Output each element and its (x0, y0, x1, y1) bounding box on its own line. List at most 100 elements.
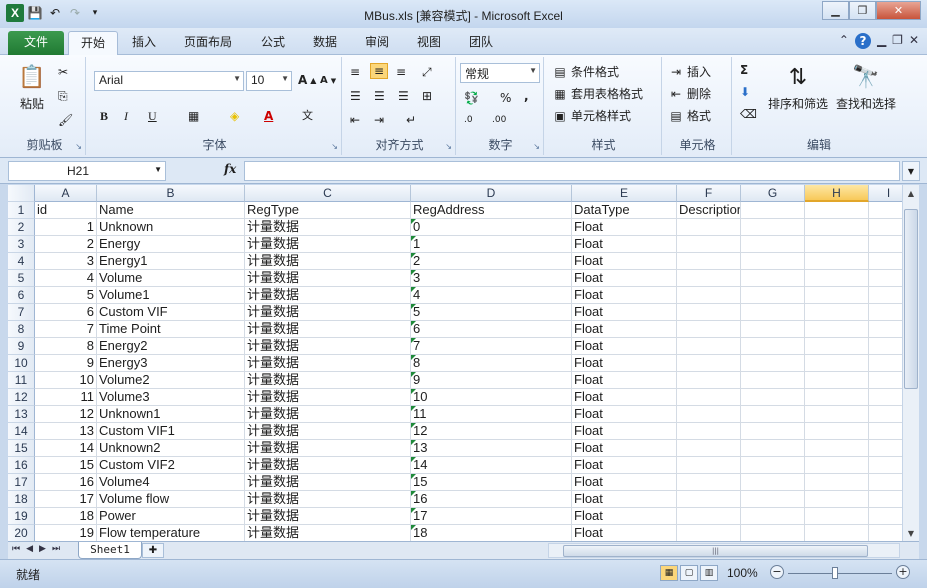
cell-f5[interactable] (677, 270, 741, 287)
percent-button[interactable]: % (500, 91, 511, 105)
cell-h9[interactable] (805, 338, 869, 355)
cell-h8[interactable] (805, 321, 869, 338)
currency-icon[interactable]: 💱 (464, 91, 479, 105)
cell-i5[interactable] (869, 270, 902, 287)
cell-i14[interactable] (869, 423, 902, 440)
cell-f9[interactable] (677, 338, 741, 355)
cell-d20[interactable]: 18 (411, 525, 572, 541)
cell-h19[interactable] (805, 508, 869, 525)
decrease-decimal-icon[interactable]: .00 (492, 115, 506, 125)
cell-b9[interactable]: Energy2 (97, 338, 245, 355)
cell-g18[interactable] (741, 491, 805, 508)
orientation-icon[interactable]: ⤢ (422, 65, 432, 80)
cell-b12[interactable]: Volume3 (97, 389, 245, 406)
cell-e20[interactable]: Float (572, 525, 677, 541)
number-launcher-icon[interactable]: ↘ (533, 142, 540, 151)
cell-f20[interactable] (677, 525, 741, 541)
scroll-down-icon[interactable]: ▼ (904, 526, 918, 540)
cell-a14[interactable]: 13 (35, 423, 97, 440)
cell-h6[interactable] (805, 287, 869, 304)
align-bottom-icon[interactable]: ≡ (396, 65, 406, 79)
copy-icon[interactable]: ⎘ (58, 89, 68, 104)
cell-i2[interactable] (869, 219, 902, 236)
cell-a3[interactable]: 2 (35, 236, 97, 253)
cell-e11[interactable]: Float (572, 372, 677, 389)
cell-i6[interactable] (869, 287, 902, 304)
cell-b16[interactable]: Custom VIF2 (97, 457, 245, 474)
align-top-icon[interactable]: ≡ (350, 65, 360, 79)
cell-h2[interactable] (805, 219, 869, 236)
cell-i8[interactable] (869, 321, 902, 338)
cell-h13[interactable] (805, 406, 869, 423)
cell-e19[interactable]: Float (572, 508, 677, 525)
cell-h7[interactable] (805, 304, 869, 321)
phonetic-icon[interactable]: 文 (302, 107, 313, 123)
paste-button[interactable]: 📋 粘贴 (12, 61, 52, 112)
cell-d17[interactable]: 15 (411, 474, 572, 491)
align-middle-icon[interactable]: ≡ (370, 63, 389, 79)
cell-e15[interactable]: Float (572, 440, 677, 457)
cell-f2[interactable] (677, 219, 741, 236)
cell-g5[interactable] (741, 270, 805, 287)
cell-c7[interactable]: 计量数据 (245, 304, 411, 321)
cell-b19[interactable]: Power (97, 508, 245, 525)
last-sheet-icon[interactable]: ⏭ (52, 544, 60, 554)
restore-button[interactable]: ❐ (849, 1, 876, 20)
cell-h4[interactable] (805, 253, 869, 270)
tab-data[interactable]: 数据 (301, 31, 349, 55)
column-header-c[interactable]: C (245, 185, 411, 202)
zoom-slider[interactable]: − + (770, 565, 910, 581)
wrap-text-icon[interactable]: ↵ (406, 113, 416, 127)
vertical-scroll-thumb[interactable] (904, 209, 918, 389)
cell-c3[interactable]: 计量数据 (245, 236, 411, 253)
cell-a8[interactable]: 7 (35, 321, 97, 338)
clipboard-launcher-icon[interactable]: ↘ (75, 142, 82, 151)
cell-b11[interactable]: Volume2 (97, 372, 245, 389)
cell-g19[interactable] (741, 508, 805, 525)
column-header-a[interactable]: A (35, 185, 97, 202)
conditional-format-button[interactable]: ▤ 条件格式 (552, 63, 619, 80)
cell-g1[interactable] (741, 202, 805, 219)
cell-a15[interactable]: 14 (35, 440, 97, 457)
row-header[interactable]: 10 (8, 355, 35, 372)
cell-c17[interactable]: 计量数据 (245, 474, 411, 491)
cell-i1[interactable] (869, 202, 902, 219)
delete-button[interactable]: ⇤ 删除 (668, 85, 711, 102)
cell-c14[interactable]: 计量数据 (245, 423, 411, 440)
border-icon[interactable]: ▦ (188, 109, 199, 123)
horizontal-scrollbar[interactable]: ||| (548, 543, 900, 558)
cell-f13[interactable] (677, 406, 741, 423)
cell-g2[interactable] (741, 219, 805, 236)
insert-function-icon[interactable]: fx (224, 162, 236, 176)
cell-styles-button[interactable]: ▣ 单元格样式 (552, 107, 631, 124)
cell-c10[interactable]: 计量数据 (245, 355, 411, 372)
page-break-view-icon[interactable]: ▥ (700, 565, 718, 581)
cell-d15[interactable]: 13 (411, 440, 572, 457)
cell-i7[interactable] (869, 304, 902, 321)
cell-b14[interactable]: Custom VIF1 (97, 423, 245, 440)
sheet-tab-sheet1[interactable]: Sheet1 (78, 542, 142, 559)
cell-g15[interactable] (741, 440, 805, 457)
cell-h16[interactable] (805, 457, 869, 474)
cell-i11[interactable] (869, 372, 902, 389)
row-header[interactable]: 18 (8, 491, 35, 508)
zoom-level[interactable]: 100% (727, 566, 758, 580)
cell-e14[interactable]: Float (572, 423, 677, 440)
cell-d8[interactable]: 6 (411, 321, 572, 338)
increase-indent-icon[interactable]: ⇥ (374, 113, 384, 127)
underline-button[interactable]: U (148, 109, 157, 124)
cell-f4[interactable] (677, 253, 741, 270)
cell-e5[interactable]: Float (572, 270, 677, 287)
cell-f1[interactable]: Description (677, 202, 741, 219)
row-header[interactable]: 17 (8, 474, 35, 491)
cell-a10[interactable]: 9 (35, 355, 97, 372)
cut-icon[interactable]: ✂ (58, 65, 68, 79)
cell-g12[interactable] (741, 389, 805, 406)
insert-button[interactable]: ⇥ 插入 (668, 63, 711, 80)
number-format-combo[interactable]: 常规 ▼ (460, 63, 540, 83)
cell-e9[interactable]: Float (572, 338, 677, 355)
tab-insert[interactable]: 插入 (120, 31, 168, 55)
cell-a17[interactable]: 16 (35, 474, 97, 491)
cell-g4[interactable] (741, 253, 805, 270)
cell-c20[interactable]: 计量数据 (245, 525, 411, 541)
